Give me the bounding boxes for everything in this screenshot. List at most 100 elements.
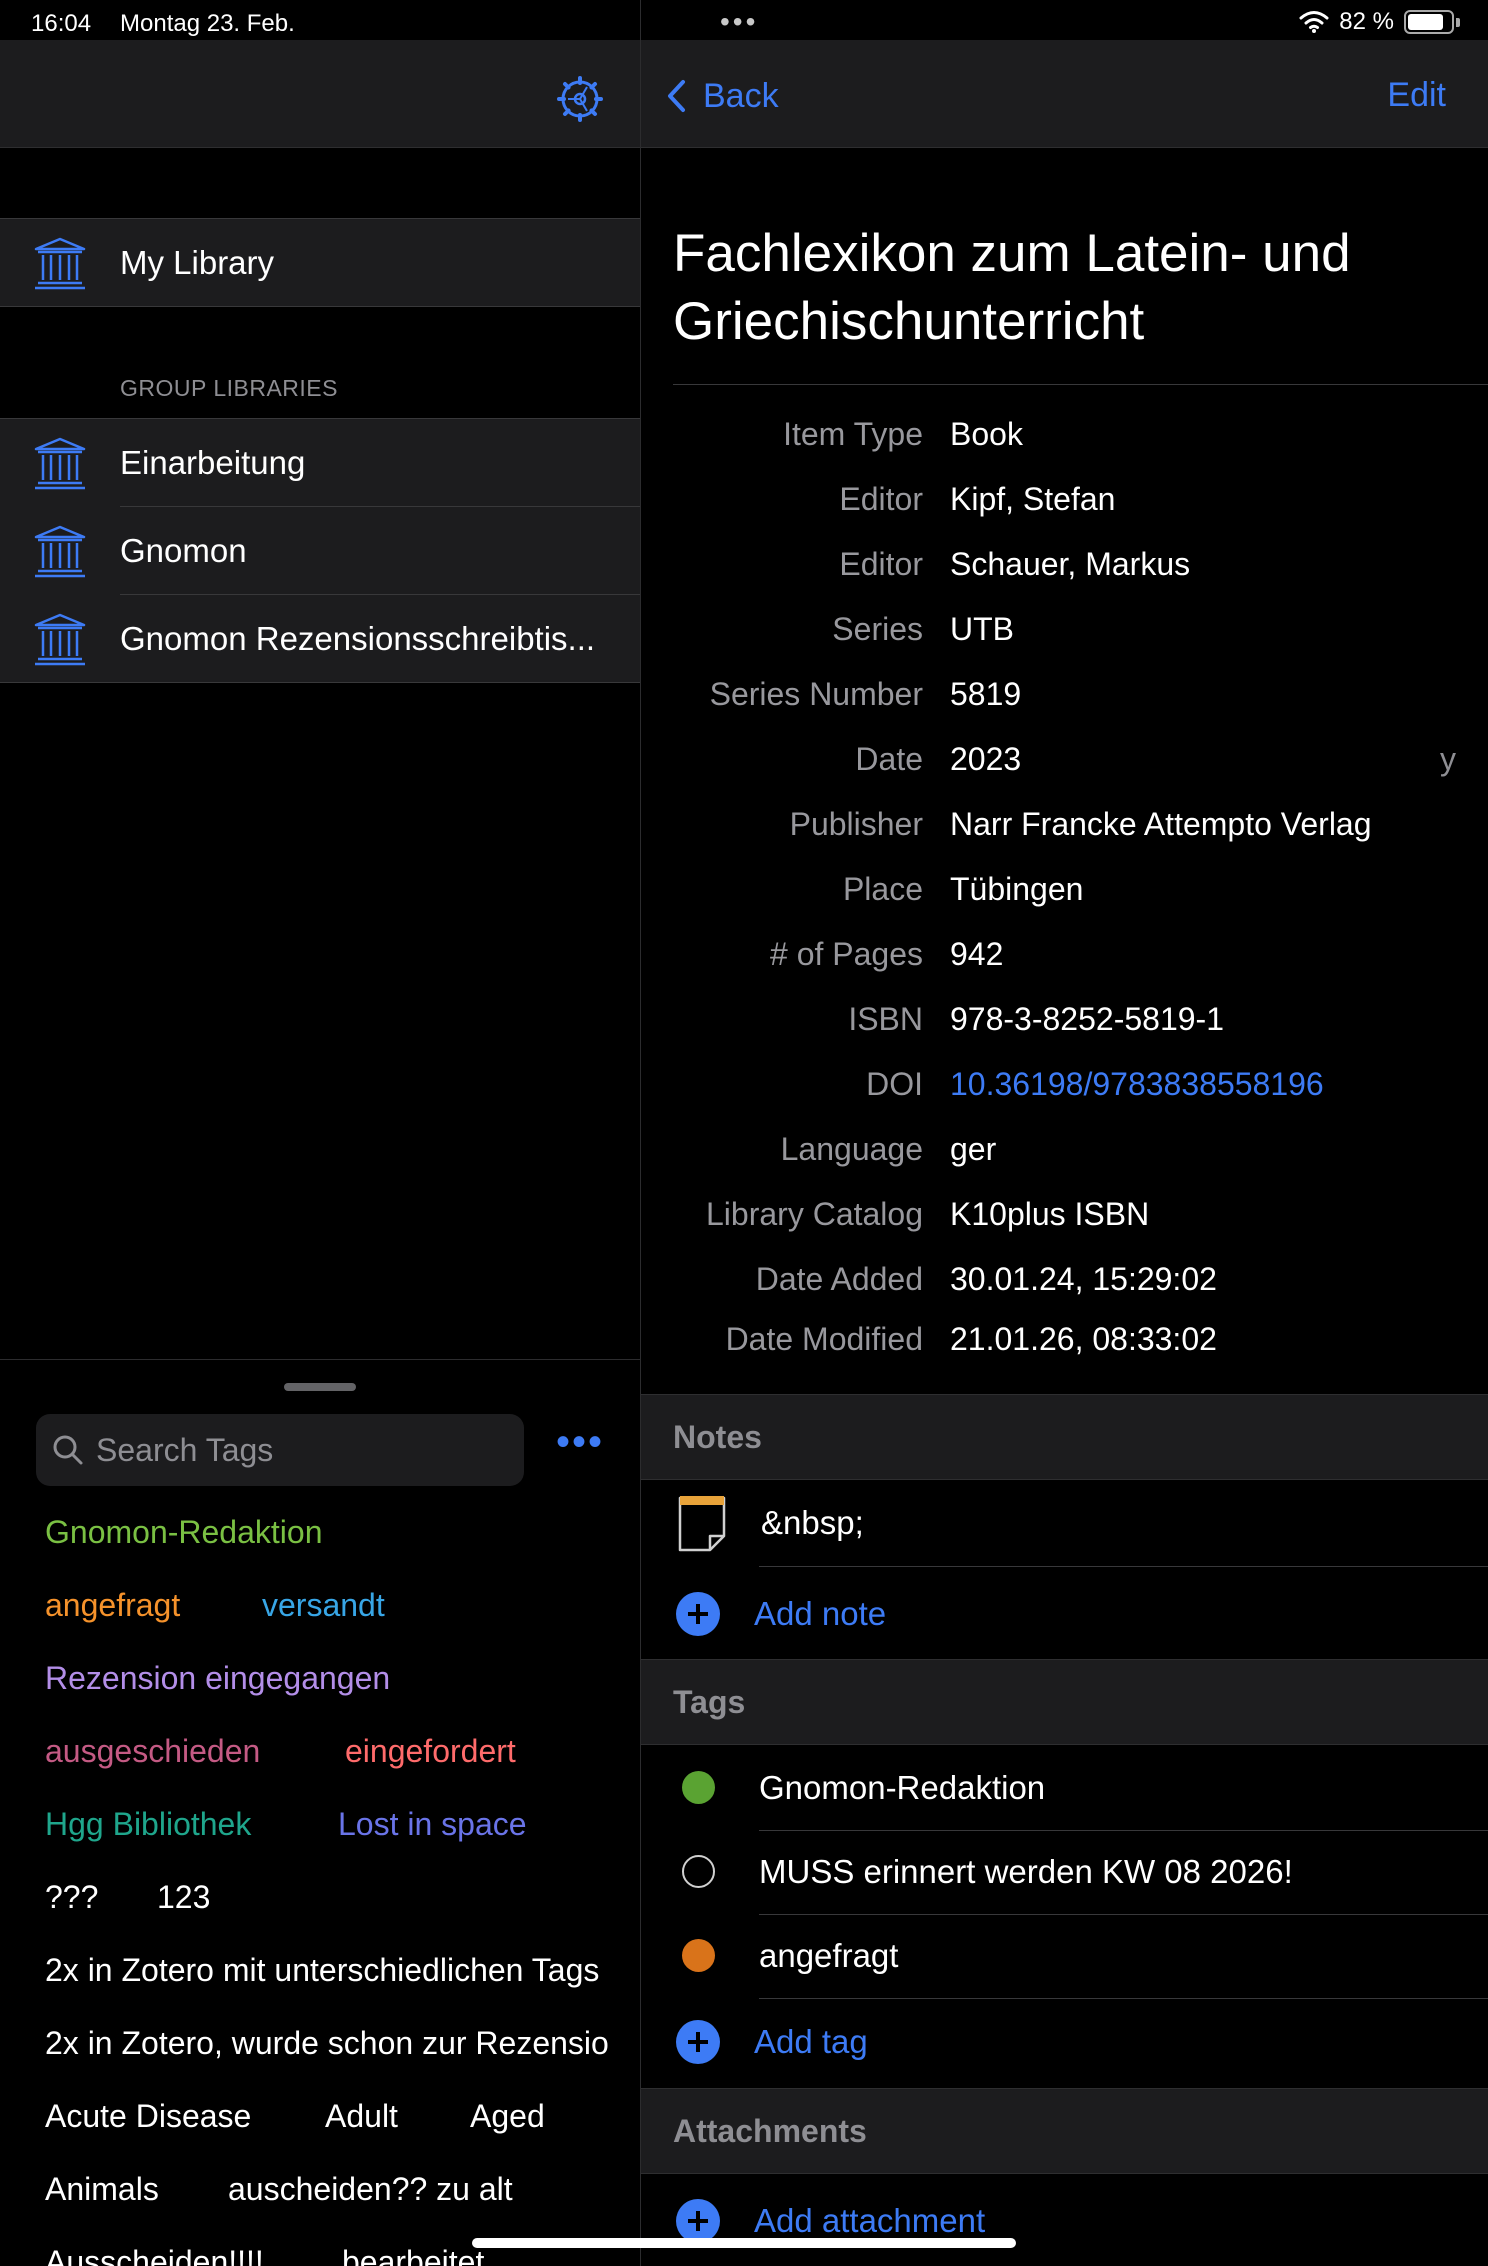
field-label: Editor bbox=[839, 481, 923, 517]
tag-search-field[interactable] bbox=[36, 1414, 524, 1486]
field-publisher: Publisher Narr Francke Attempto Verlag bbox=[641, 806, 1488, 856]
gear-icon[interactable] bbox=[556, 75, 604, 123]
tag-row[interactable]: MUSS erinnert werden KW 08 2026! bbox=[641, 1830, 1488, 1914]
field-label: Editor bbox=[839, 546, 923, 582]
more-options-icon[interactable]: ••• bbox=[556, 1422, 604, 1462]
chevron-left-icon bbox=[668, 80, 685, 112]
field-value: Narr Francke Attempto Verlag bbox=[950, 806, 1372, 842]
back-button[interactable]: Back bbox=[663, 76, 779, 116]
tag-item[interactable]: angefragt bbox=[45, 1587, 180, 1624]
tag-color-dot bbox=[682, 1939, 715, 1972]
sidebar-item-gnomon[interactable]: Gnomon bbox=[0, 507, 640, 595]
tag-item[interactable]: eingefordert bbox=[345, 1733, 516, 1770]
divider bbox=[673, 384, 1488, 385]
library-icon bbox=[34, 613, 86, 666]
field-label: Date Modified bbox=[725, 1321, 923, 1357]
plus-circle-icon bbox=[676, 2020, 720, 2064]
field-value: Book bbox=[950, 416, 1023, 452]
tags-section-header: Tags bbox=[641, 1659, 1488, 1745]
tag-item[interactable]: ausgeschieden bbox=[45, 1733, 260, 1770]
tag-color-dot bbox=[682, 1771, 715, 1804]
item-title: Fachlexikon zum Latein- und Griechischun… bbox=[673, 224, 1351, 351]
sidebar-item-my-library[interactable]: My Library bbox=[0, 219, 640, 307]
tag-item[interactable]: Hgg Bibliothek bbox=[45, 1806, 251, 1843]
add-note-label: Add note bbox=[754, 1595, 887, 1632]
field-value: 978-3-8252-5819-1 bbox=[950, 1001, 1224, 1037]
field-label: Publisher bbox=[789, 806, 923, 842]
home-indicator[interactable] bbox=[472, 2238, 1016, 2248]
tag-item[interactable]: versandt bbox=[262, 1587, 385, 1624]
tag-label: angefragt bbox=[759, 1937, 899, 1974]
section-title: Notes bbox=[673, 1419, 762, 1455]
tag-item[interactable]: ??? bbox=[45, 1879, 98, 1916]
multitasking-dots-icon[interactable]: ••• bbox=[720, 8, 758, 36]
date-format-hint: y bbox=[1440, 741, 1456, 777]
tag-item[interactable]: Ausscheiden!!!! bbox=[45, 2244, 264, 2266]
divider bbox=[0, 306, 640, 307]
sidebar-item-gnomon-rezensionsschreibtisch[interactable]: Gnomon Rezensionsschreibtis... bbox=[0, 595, 640, 683]
tag-item[interactable]: Adult bbox=[325, 2098, 398, 2135]
tag-item[interactable]: 2x in Zotero, wurde schon zur Rezensio bbox=[45, 2025, 609, 2062]
add-attachment-label: Add attachment bbox=[754, 2202, 986, 2239]
tag-item[interactable]: 123 bbox=[157, 1879, 210, 1916]
field-value: K10plus ISBN bbox=[950, 1196, 1150, 1232]
field-label: Date bbox=[855, 741, 923, 777]
sidebar-item-label: Gnomon Rezensionsschreibtis... bbox=[120, 620, 596, 657]
tag-item[interactable]: Animals bbox=[45, 2171, 159, 2208]
plus-circle-icon bbox=[676, 2199, 720, 2243]
drag-handle[interactable] bbox=[284, 1383, 356, 1391]
sidebar-item-einarbeitung[interactable]: Einarbeitung bbox=[0, 419, 640, 507]
attachments-section-header: Attachments bbox=[641, 2088, 1488, 2174]
wifi-icon bbox=[1299, 11, 1329, 33]
section-title: Tags bbox=[673, 1684, 746, 1720]
field-value: Tübingen bbox=[950, 871, 1084, 907]
sidebar-item-label: My Library bbox=[120, 244, 275, 281]
tag-item[interactable]: 2x in Zotero mit unterschiedlichen Tags bbox=[45, 1952, 599, 1989]
battery-cap bbox=[1456, 17, 1460, 27]
note-row[interactable]: &nbsp; bbox=[641, 1481, 1488, 1565]
field-label: # of Pages bbox=[770, 936, 923, 972]
add-attachment-button[interactable]: Add attachment bbox=[641, 2179, 1488, 2263]
field-value: ger bbox=[950, 1131, 997, 1167]
doi-link[interactable]: 10.36198/9783838558196 bbox=[950, 1066, 1324, 1103]
add-note-button[interactable]: Add note bbox=[641, 1572, 1488, 1656]
tag-item[interactable]: Lost in space bbox=[338, 1806, 527, 1843]
notes-section-header: Notes bbox=[641, 1394, 1488, 1480]
tag-item[interactable]: auscheiden?? zu alt bbox=[228, 2171, 513, 2208]
divider bbox=[759, 1566, 1488, 1567]
tag-item[interactable]: Acute Disease bbox=[45, 2098, 251, 2135]
search-input[interactable] bbox=[96, 1431, 496, 1469]
field-date-added: Date Added 30.01.24, 15:29:02 bbox=[641, 1261, 1488, 1311]
tag-label: Gnomon-Redaktion bbox=[759, 1769, 1046, 1806]
field-value: 21.01.26, 08:33:02 bbox=[950, 1321, 1217, 1357]
tag-row[interactable]: angefragt bbox=[641, 1914, 1488, 1998]
field-editor: Editor Schauer, Markus bbox=[641, 546, 1488, 596]
field-value: 5819 bbox=[950, 676, 1022, 712]
edit-button[interactable]: Edit bbox=[1387, 76, 1446, 115]
field-value: UTB bbox=[950, 611, 1014, 647]
tag-item[interactable]: Rezension eingegangen bbox=[45, 1660, 390, 1697]
tag-row[interactable]: Gnomon-Redaktion bbox=[641, 1746, 1488, 1830]
library-icon bbox=[34, 437, 86, 490]
field-label: Place bbox=[842, 871, 923, 907]
battery-icon bbox=[1404, 10, 1454, 34]
tag-item[interactable]: Gnomon-Redaktion bbox=[45, 1514, 322, 1551]
add-tag-button[interactable]: Add tag bbox=[641, 2000, 1488, 2084]
tag-item[interactable]: Aged bbox=[470, 2098, 545, 2135]
note-text: &nbsp; bbox=[761, 1504, 864, 1541]
add-tag-label: Add tag bbox=[754, 2023, 868, 2060]
field-value: 30.01.24, 15:29:02 bbox=[950, 1261, 1217, 1297]
tag-item[interactable]: bearbeitet bbox=[342, 2244, 484, 2266]
divider bbox=[0, 682, 640, 683]
field-label: Item Type bbox=[783, 416, 923, 452]
library-icon bbox=[34, 525, 86, 578]
status-indicators: 82 % bbox=[1299, 8, 1460, 36]
divider bbox=[0, 1359, 640, 1360]
group-libraries-header: GROUP LIBRARIES bbox=[120, 375, 338, 401]
field-label: Series bbox=[832, 611, 923, 647]
status-date: Montag 23. Feb. bbox=[120, 10, 295, 37]
note-icon bbox=[678, 1496, 726, 1552]
section-title: Attachments bbox=[673, 2113, 867, 2149]
field-label: Series Number bbox=[709, 676, 923, 712]
field-series-number: Series Number 5819 bbox=[641, 676, 1488, 726]
